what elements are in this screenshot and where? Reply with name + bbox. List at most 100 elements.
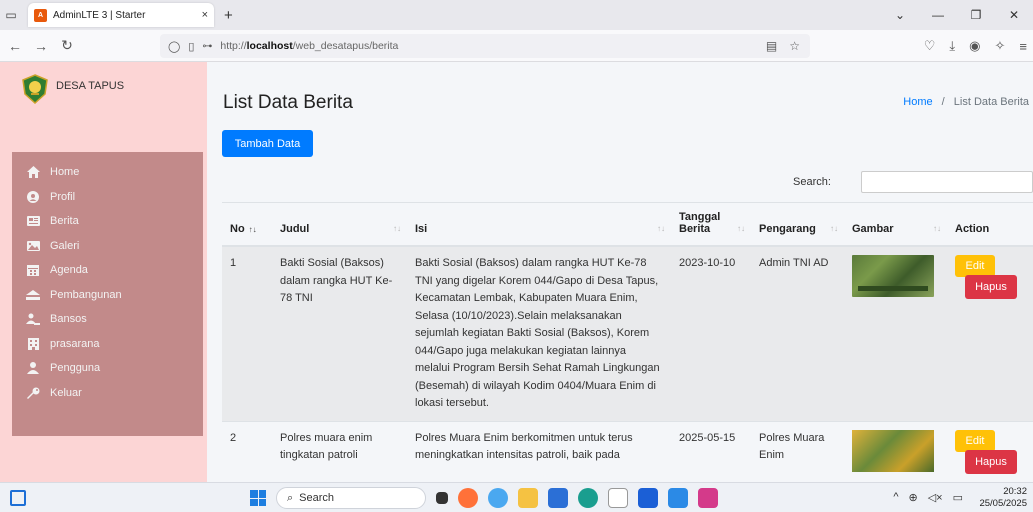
extensions-icon[interactable]: ✧ (995, 38, 1006, 54)
table-row: 1 Bakti Sosial (Baksos) dalam rangka HUT… (222, 245, 1033, 421)
delete-button[interactable]: Hapus (965, 449, 1017, 474)
sidebar-item-label: Profil (50, 190, 76, 203)
cell-judul: Polres muara enim tingkatan patroli (272, 420, 407, 482)
sidebar-item-label: Pembangunan (50, 288, 122, 301)
app-icon[interactable] (698, 488, 718, 508)
toolbar-right: ♡ ⤓ ◉ ✧ ≡ (924, 30, 1027, 62)
tab-title: AdminLTE 3 | Starter (53, 9, 146, 21)
column-header-isi[interactable]: Isi ↑↓ (407, 202, 671, 247)
store-icon[interactable] (548, 488, 568, 508)
new-tab-icon[interactable]: + (224, 7, 233, 24)
menu-icon[interactable]: ≡ (1019, 39, 1027, 54)
column-header-gambar[interactable]: Gambar ↑↓ (844, 202, 947, 247)
column-header-pengarang[interactable]: Pengarang ↑↓ (751, 202, 844, 247)
sort-icon: ↑↓ (830, 224, 838, 233)
vscode-icon[interactable] (668, 488, 688, 508)
file-explorer-icon[interactable] (518, 488, 538, 508)
taskbar: ⌕ Search ^ ⊕ ◁× ▭ 20:32 25/05/2025 (0, 482, 1033, 512)
sidebar-item-label: Keluar (50, 386, 82, 399)
brand[interactable]: DESA TAPUS (0, 62, 207, 132)
tab-dropdown-icon[interactable]: ⌄ (881, 8, 919, 22)
sidebar-item-pengguna[interactable]: Pengguna (12, 356, 203, 381)
sidebar-item-keluar[interactable]: Keluar (12, 381, 203, 406)
brand-text: DESA TAPUS (56, 80, 125, 92)
network-icon[interactable]: ⊕ (908, 491, 917, 504)
cell-pengarang: Polres Muara Enim (751, 420, 844, 482)
news-thumbnail (852, 429, 934, 472)
column-header-action[interactable]: Action↑↓ (947, 202, 1033, 247)
pocket-icon[interactable]: ♡ (924, 38, 936, 54)
column-header-no[interactable]: No ↑↓ (222, 202, 272, 247)
system-tray: ^ ⊕ ◁× ▭ (893, 491, 963, 504)
browser-tab[interactable]: A AdminLTE 3 | Starter × (28, 3, 214, 27)
image-icon (26, 239, 40, 253)
cell-action: Edit Hapus (947, 245, 1033, 421)
taskbar-search[interactable]: ⌕ Search (276, 487, 426, 509)
sidebar-menu: Home Profil Berita Galeri Agenda Pembang… (12, 152, 203, 436)
clock-date: 25/05/2025 (979, 498, 1027, 509)
reload-icon[interactable]: ↻ (56, 37, 78, 54)
download-icon[interactable]: ⤓ (949, 38, 955, 54)
bookmark-star-icon[interactable]: ☆ (789, 39, 800, 53)
insecure-lock-icon[interactable]: ⊶ (202, 41, 212, 52)
reader-view-icon[interactable]: ▤ (766, 39, 777, 53)
edge-icon[interactable] (578, 488, 598, 508)
start-menu-icon[interactable] (250, 490, 266, 506)
calendar-icon (26, 263, 40, 277)
add-data-button[interactable]: Tambah Data (222, 130, 313, 157)
tab-close-icon[interactable]: × (202, 9, 208, 21)
forward-icon[interactable]: → (30, 38, 52, 54)
chevron-up-icon[interactable]: ^ (893, 491, 898, 504)
delete-button[interactable]: Hapus (965, 275, 1017, 299)
shield-icon[interactable]: ◯ (168, 40, 180, 53)
minimize-icon[interactable]: — (919, 8, 957, 22)
sort-icon: ↑↓ (657, 224, 665, 233)
sidebar-item-berita[interactable]: Berita (12, 209, 203, 234)
cell-action: Edit Hapus (947, 420, 1033, 482)
page-title: List Data Berita (223, 92, 353, 113)
clock[interactable]: 20:32 25/05/2025 (979, 486, 1027, 510)
sidebar-item-label: Agenda (50, 264, 88, 277)
table-header-row: No ↑↓ Judul ↑↓ Isi ↑↓ Tanggal Berita ↑↓ Penga… (222, 202, 1033, 247)
edit-button[interactable]: Edit (955, 429, 995, 452)
sidebar-item-label: Bansos (50, 313, 87, 326)
back-icon[interactable]: ← (4, 38, 26, 54)
dropbox-icon[interactable] (638, 488, 658, 508)
restore-icon[interactable]: ❐ (957, 8, 995, 22)
widgets-icon[interactable] (10, 490, 26, 506)
browser-tab-bar: ▭ A AdminLTE 3 | Starter × + ⌄ — ❐ ✕ (0, 0, 1033, 30)
search-icon: ⌕ (287, 491, 294, 504)
clock-time: 20:32 (1003, 486, 1027, 497)
page-icon: ▯ (188, 40, 195, 53)
sidebar-item-home[interactable]: Home (12, 160, 203, 185)
close-window-icon[interactable]: ✕ (995, 8, 1033, 22)
firefox-icon[interactable] (458, 488, 478, 508)
profile-icon (26, 190, 40, 204)
account-icon[interactable]: ◉ (969, 38, 980, 54)
url-actions: ▤ ☆ (766, 39, 800, 53)
column-header-judul[interactable]: Judul ↑↓ (272, 202, 407, 247)
tab-list-icon[interactable]: ▭ (0, 0, 22, 30)
taskbar-search-label: Search (299, 492, 335, 504)
sidebar-item-galeri[interactable]: Galeri (12, 234, 203, 259)
search-label: Search: (793, 176, 831, 188)
column-header-tanggal[interactable]: Tanggal Berita ↑↓ (671, 202, 751, 247)
volume-icon[interactable]: ◁× (928, 491, 943, 504)
sidebar-item-profil[interactable]: Profil (12, 185, 203, 210)
task-view-icon[interactable] (436, 492, 448, 504)
battery-icon[interactable]: ▭ (953, 491, 963, 504)
taskbar-apps (436, 488, 718, 508)
breadcrumb-home-link[interactable]: Home (903, 96, 932, 108)
sidebar-item-prasarana[interactable]: prasarana (12, 332, 203, 357)
sidebar-item-bansos[interactable]: Bansos (12, 307, 203, 332)
cell-gambar (844, 245, 947, 421)
sidebar-item-label: Home (50, 166, 80, 179)
search-input[interactable] (861, 171, 1033, 193)
sidebar-item-agenda[interactable]: Agenda (12, 258, 203, 283)
sidebar-item-pembangunan[interactable]: Pembangunan (12, 283, 203, 308)
url-text: http://localhost/web_desatapus/berita (220, 40, 399, 52)
url-bar[interactable]: ◯ ▯ ⊶ http://localhost/web_desatapus/ber… (160, 34, 810, 58)
amazon-icon[interactable] (608, 488, 628, 508)
edit-button[interactable]: Edit (955, 255, 995, 277)
copilot-icon[interactable] (488, 488, 508, 508)
